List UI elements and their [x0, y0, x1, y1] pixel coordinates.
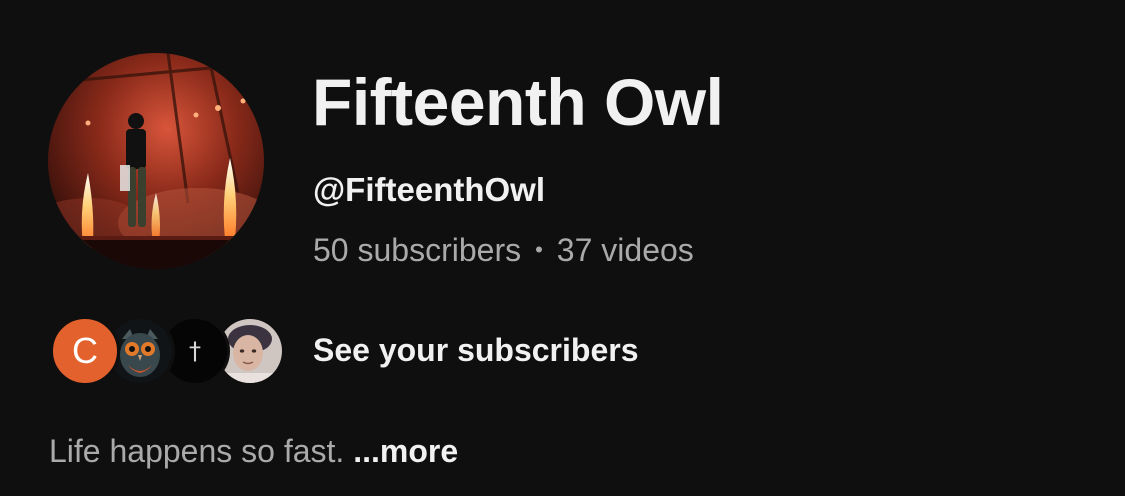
- subscriber-initial: C: [72, 330, 98, 371]
- channel-avatar[interactable]: [48, 53, 264, 269]
- concert-stage-photo: [48, 53, 264, 269]
- video-count: 37 videos: [556, 232, 694, 268]
- subscriber-avatars[interactable]: † C: [50, 316, 290, 386]
- subscriber-count: 50 subscribers: [313, 232, 522, 268]
- channel-handle: @FifteenthOwl: [313, 171, 545, 208]
- subscriber-avatar-1: C: [50, 316, 120, 386]
- cross-icon: †: [189, 337, 201, 365]
- more-link[interactable]: ...more: [353, 433, 458, 469]
- description-text: Life happens so fast.: [49, 433, 354, 469]
- stats-separator: •: [535, 237, 543, 262]
- channel-name: Fifteenth Owl: [312, 65, 724, 139]
- channel-stats: 50 subscribers • 37 videos: [313, 230, 694, 270]
- see-subscribers-link[interactable]: See your subscribers: [313, 330, 638, 370]
- channel-description[interactable]: Life happens so fast. ...more: [49, 431, 458, 471]
